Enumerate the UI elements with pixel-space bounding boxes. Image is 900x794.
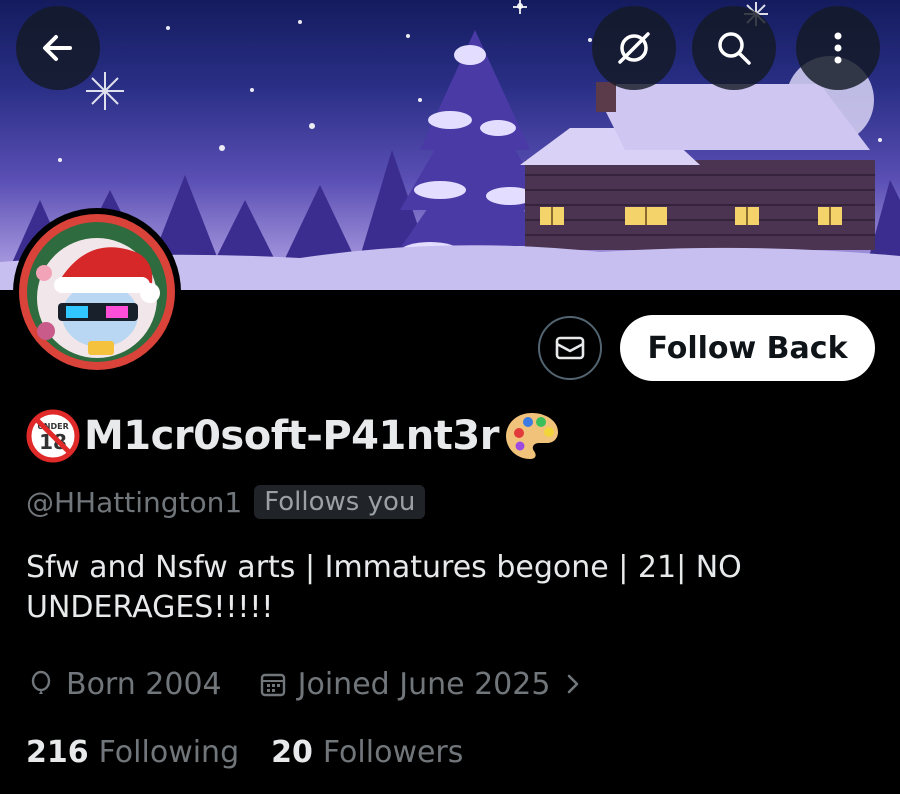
following-label: Following: [98, 734, 240, 770]
grok-button[interactable]: [592, 6, 676, 90]
search-icon: [718, 32, 751, 65]
username-handle: @HHattington1: [26, 485, 243, 519]
profile-bio: Sfw and Nsfw arts | Immatures begone | 2…: [26, 550, 742, 625]
display-name-row: UNDER 18 M1cr0soft-P41nt3r: [26, 404, 561, 468]
display-name: M1cr0soft-P41nt3r: [84, 413, 499, 459]
avatar-image: [19, 214, 175, 370]
arrow-left-icon: [43, 35, 72, 61]
profile-meta: Born 2004 Joined June 2025: [26, 662, 586, 706]
search-button[interactable]: [692, 6, 776, 90]
following-count: 216: [26, 734, 89, 770]
handle-row: @HHattington1 Follows you: [26, 482, 426, 522]
birth-date: Born 2004: [66, 666, 222, 702]
calendar-icon: [260, 673, 285, 697]
chevron-right-icon[interactable]: [560, 669, 586, 699]
follows-you-badge: Follows you: [254, 485, 426, 519]
joined-date: Joined June 2025: [297, 666, 551, 702]
follow-stats: 216 Following 20 Followers: [26, 730, 463, 774]
envelope-icon: [555, 336, 585, 360]
message-button[interactable]: [538, 316, 602, 380]
avatar[interactable]: [18, 213, 176, 371]
followers-label: Followers: [322, 734, 464, 770]
followers-count: 20: [271, 734, 313, 770]
under-18-prohibited-icon: UNDER 18: [26, 409, 80, 463]
more-vertical-icon: [834, 32, 842, 64]
back-button[interactable]: [16, 6, 100, 90]
following-link[interactable]: 216 Following: [26, 735, 239, 770]
more-options-button[interactable]: [796, 6, 880, 90]
follow-back-button[interactable]: Follow Back: [620, 315, 875, 381]
artist-palette-icon: [505, 413, 558, 459]
grok-icon: [618, 32, 650, 64]
followers-link[interactable]: 20 Followers: [271, 735, 463, 770]
balloon-icon: [31, 670, 51, 694]
